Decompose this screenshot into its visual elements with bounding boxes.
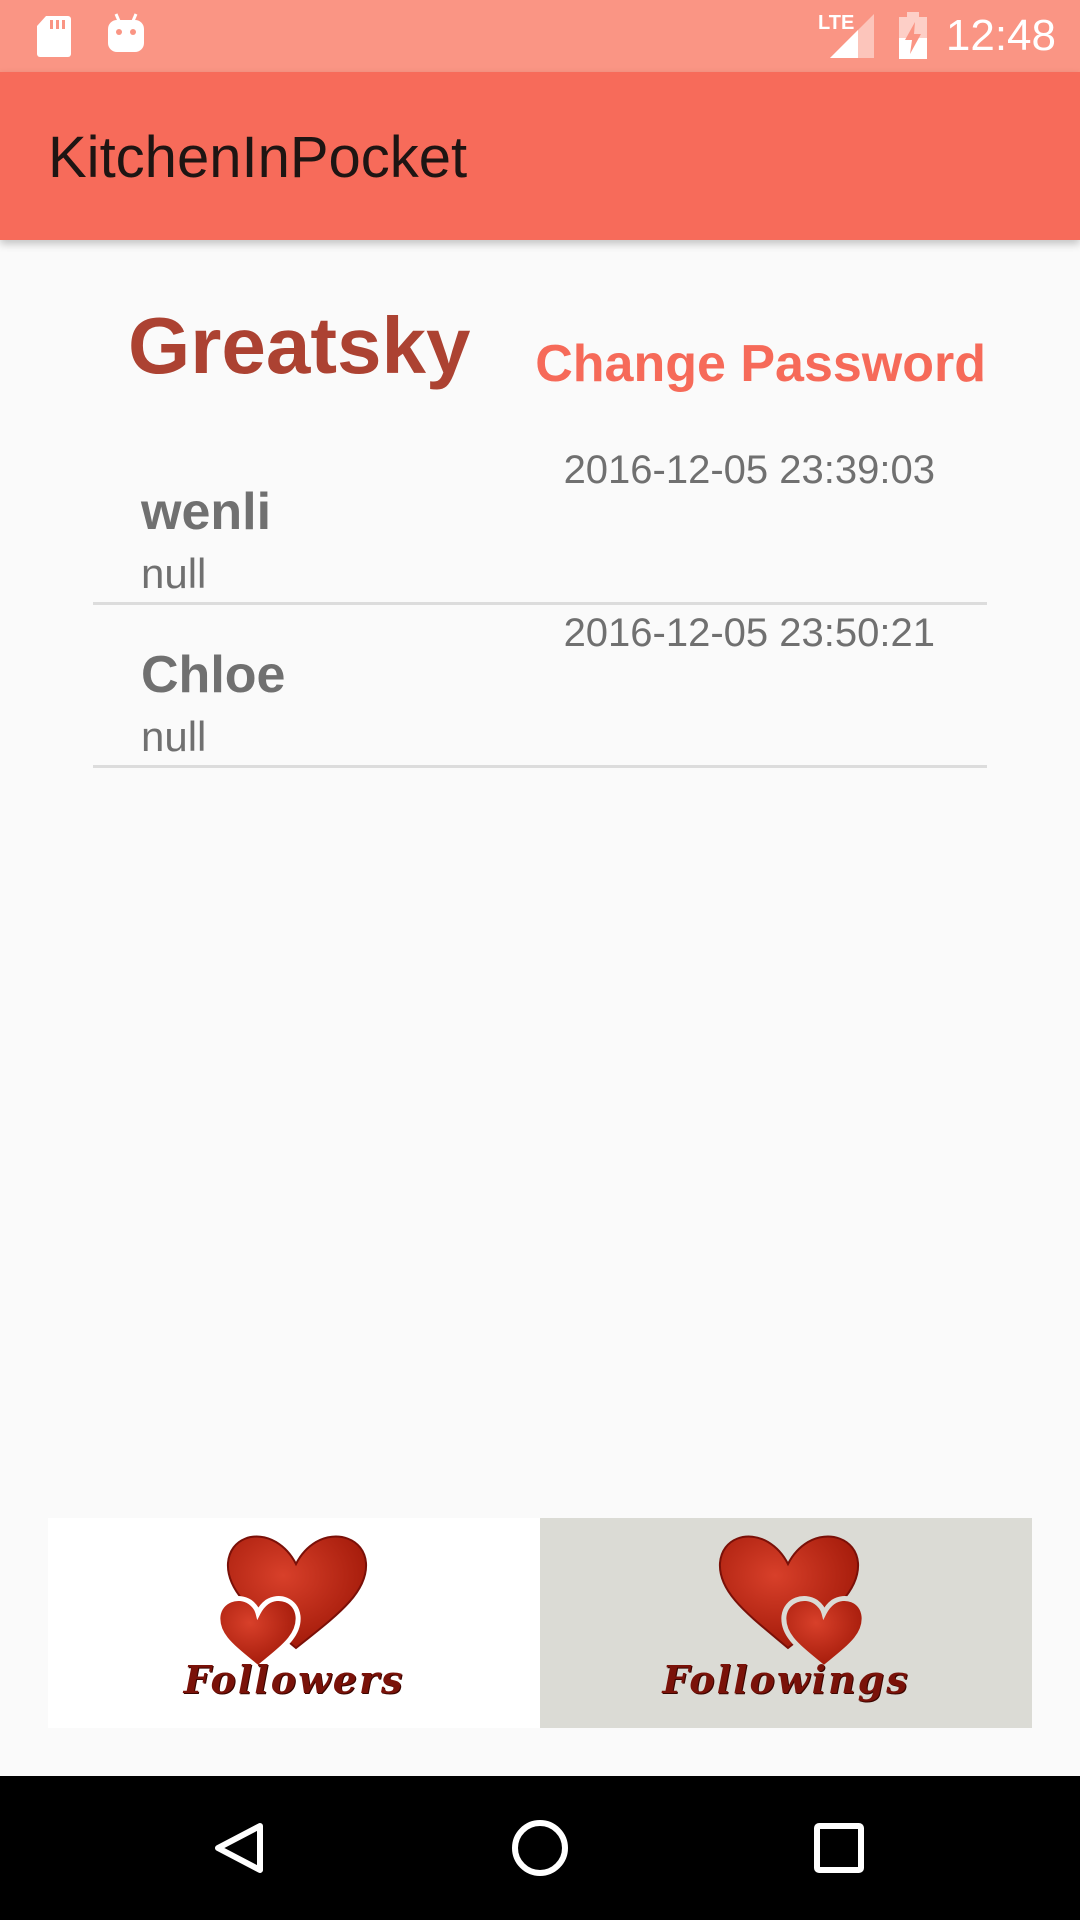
tab-followers-label: Followers [183,1657,405,1702]
navigation-bar [0,1776,1080,1920]
home-icon [512,1820,568,1876]
tab-followings-label: Followings [662,1657,910,1702]
tab-followers[interactable]: Followers [48,1518,540,1728]
list-item-message: null [141,550,207,597]
tab-followings[interactable]: Followings [540,1518,1032,1728]
recents-icon [814,1823,864,1873]
follow-list: 2016-12-05 23:39:03 wenli null 2016-12-0… [93,442,987,768]
list-item-message: null [141,713,207,760]
status-time: 12:48 [945,11,1056,60]
list-item-name: wenli [141,483,272,541]
lte-signal-icon [830,14,874,58]
list-item[interactable]: 2016-12-05 23:39:03 wenli null [93,442,987,605]
change-password-button[interactable]: Change Password [535,334,986,394]
list-item-name: Chloe [141,646,286,704]
bottom-tabs: Followers Followings [48,1518,1032,1728]
list-item[interactable]: 2016-12-05 23:50:21 Chloe null [93,605,987,768]
android-debug-icon [108,13,144,52]
status-bar: LTE 12:48 [0,0,1080,72]
screen: LTE 12:48 KitchenInPocket Greatsky Chang… [0,0,1080,1920]
back-button[interactable] [160,1776,320,1920]
recents-button[interactable] [760,1776,920,1920]
battery-charging-icon [899,12,927,59]
list-item-timestamp: 2016-12-05 23:50:21 [563,611,935,655]
app-bar: KitchenInPocket [0,72,1080,240]
sd-card-icon [37,16,71,57]
app-title: KitchenInPocket [48,125,468,190]
list-item-timestamp: 2016-12-05 23:39:03 [563,448,935,492]
home-button[interactable] [460,1776,620,1920]
back-icon [215,1823,263,1873]
profile-username: Greatsky [128,301,471,390]
